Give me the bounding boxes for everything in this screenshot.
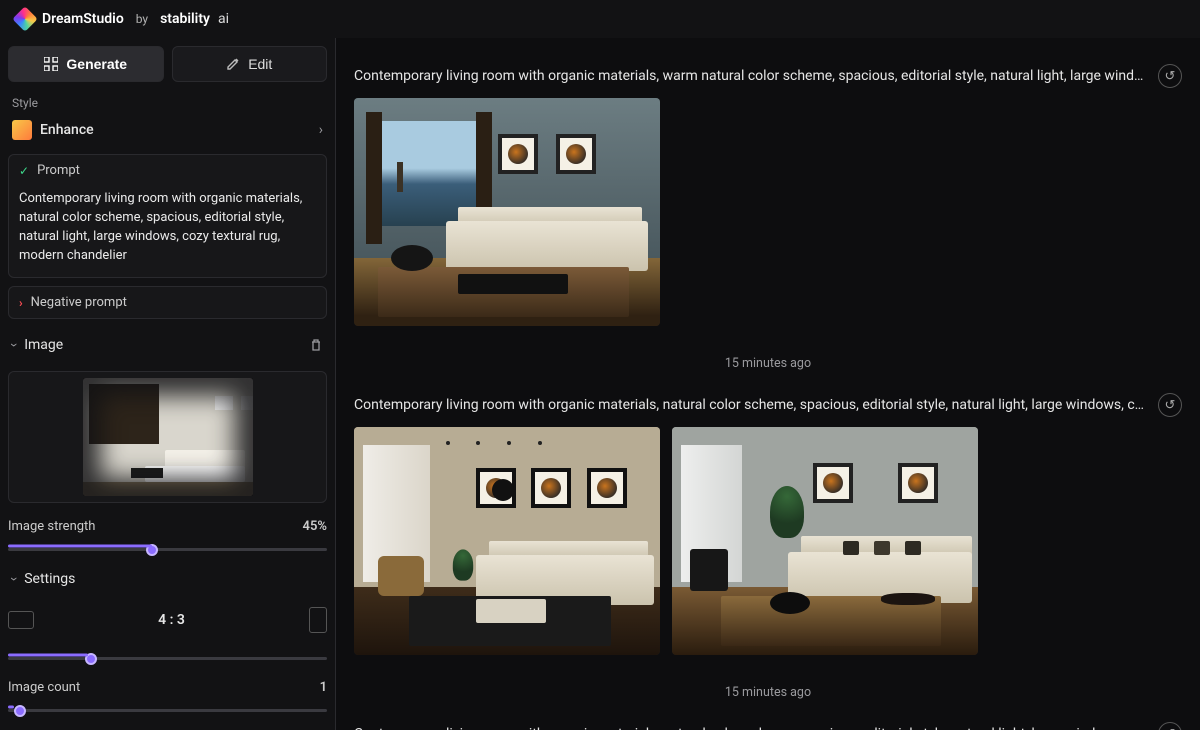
group-timestamp: 15 minutes ago xyxy=(354,685,1182,700)
results-pane: Contemporary living room with organic ma… xyxy=(336,38,1200,730)
negative-prompt-card[interactable]: › Negative prompt xyxy=(8,286,327,319)
group-title: Contemporary living room with organic ma… xyxy=(354,397,1146,413)
pencil-icon xyxy=(226,57,240,71)
trash-icon[interactable] xyxy=(309,338,323,352)
chevron-right-icon: › xyxy=(319,122,323,138)
reference-image[interactable] xyxy=(8,371,327,503)
image-count-label: Image count xyxy=(8,680,80,695)
settings-sidebar: Generate Edit Style Enhance › ✓ Prompt xyxy=(0,38,336,730)
redo-icon[interactable]: ↺ xyxy=(1158,64,1182,88)
prompt-card[interactable]: ✓ Prompt Contemporary living room with o… xyxy=(8,154,327,278)
redo-icon[interactable]: ↺ xyxy=(1158,393,1182,417)
image-count-slider[interactable] xyxy=(8,709,327,712)
image-strength-label: Image strength xyxy=(8,519,95,534)
image-strength-slider[interactable] xyxy=(8,548,327,551)
chevron-down-icon: › xyxy=(6,343,22,347)
group-title: Contemporary living room with organic ma… xyxy=(354,68,1146,84)
brand-company: stability xyxy=(160,11,210,27)
settings-header[interactable]: › Settings xyxy=(8,563,327,595)
group-timestamp: 15 minutes ago xyxy=(354,356,1182,371)
top-bar: DreamStudio by stability ai xyxy=(0,0,1200,38)
grid-icon xyxy=(44,57,58,71)
aspect-portrait-icon[interactable] xyxy=(309,607,327,633)
edit-tab-label: Edit xyxy=(248,56,272,72)
advanced-toggle[interactable]: Advanced xyxy=(8,724,327,730)
chevron-right-red-icon: › xyxy=(19,296,23,310)
aspect-ratio-slider[interactable] xyxy=(8,657,327,660)
check-icon: ✓ xyxy=(19,164,29,178)
style-label: Style xyxy=(8,90,327,114)
chevron-down-icon: › xyxy=(6,577,22,581)
group-title: Contemporary living room with organic ma… xyxy=(354,726,1146,730)
result-thumbnail[interactable] xyxy=(354,427,660,655)
style-selector[interactable]: Enhance › xyxy=(8,114,327,146)
result-group: Contemporary living room with organic ma… xyxy=(354,379,1182,655)
result-thumbnail[interactable] xyxy=(354,98,660,326)
result-thumbnail[interactable] xyxy=(672,427,978,655)
aspect-ratio-value: 4 : 3 xyxy=(44,612,299,628)
logo-icon xyxy=(12,6,37,31)
generate-tab-label: Generate xyxy=(66,56,127,72)
image-header-label: Image xyxy=(24,337,63,353)
brand-suffix: ai xyxy=(218,11,229,27)
edit-tab[interactable]: Edit xyxy=(172,46,328,82)
aspect-landscape-icon[interactable] xyxy=(8,611,34,629)
negative-prompt-header: Negative prompt xyxy=(31,295,127,310)
image-section-header[interactable]: › Image xyxy=(8,327,327,363)
prompt-text[interactable]: Contemporary living room with organic ma… xyxy=(9,186,326,277)
prompt-header: Prompt xyxy=(37,163,80,178)
redo-icon[interactable]: ↺ xyxy=(1158,722,1182,730)
result-group: Contemporary living room with organic ma… xyxy=(354,50,1182,326)
style-swatch-icon xyxy=(12,120,32,140)
style-selected: Enhance xyxy=(40,122,311,138)
image-count-value: 1 xyxy=(320,680,327,695)
brand-name: DreamStudio xyxy=(42,11,124,27)
brand-by: by xyxy=(136,12,148,26)
settings-label: Settings xyxy=(24,571,75,587)
result-group: Contemporary living room with organic ma… xyxy=(354,708,1182,730)
generate-tab[interactable]: Generate xyxy=(8,46,164,82)
image-strength-value: 45% xyxy=(303,519,327,534)
